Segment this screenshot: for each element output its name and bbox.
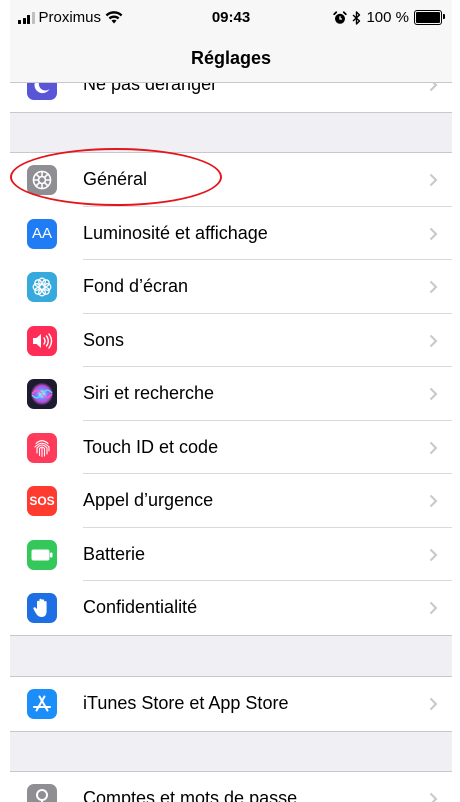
speaker-icon: [27, 325, 57, 356]
row-do-not-disturb[interactable]: Ne pas déranger: [10, 83, 452, 112]
battery-percent: 100 %: [366, 9, 409, 26]
row-label: Siri et recherche: [83, 383, 215, 403]
row-label: Batterie: [83, 543, 146, 564]
battery-icon: [27, 539, 57, 570]
chevron-right-icon: [429, 494, 438, 508]
phone-frame: Proximus 09:43 100 % Réglages Ne pas dér…: [0, 0, 460, 802]
chevron-right-icon: [429, 387, 438, 401]
row-privacy[interactable]: Confidentialité: [10, 581, 452, 635]
row-siri[interactable]: Siri et recherche: [10, 367, 452, 421]
row-label: Luminosité et affichage: [83, 222, 268, 243]
settings-group: Comptes et mots de passe: [10, 771, 452, 802]
chevron-right-icon: [429, 280, 438, 294]
chevron-right-icon: [429, 601, 438, 615]
row-wallpaper[interactable]: Fond d’écran: [10, 260, 452, 314]
key-icon: [27, 784, 57, 802]
display-icon: AA: [27, 218, 57, 249]
chevron-right-icon: [429, 173, 438, 187]
siri-icon: [27, 379, 57, 409]
row-display-brightness[interactable]: AA Luminosité et affichage: [10, 207, 452, 260]
status-bar: Proximus 09:43 100 %: [10, 0, 452, 36]
chevron-right-icon: [429, 441, 438, 454]
settings-group: Ne pas déranger: [10, 83, 452, 113]
settings-screen: Proximus 09:43 100 % Réglages Ne pas dér…: [10, 0, 452, 802]
app-store-icon: [27, 689, 57, 719]
page-title: Réglages: [190, 48, 272, 68]
chevron-right-icon: [429, 83, 438, 92]
row-label: Confidentialité: [83, 597, 198, 617]
row-label: Appel d’urgence: [83, 490, 214, 510]
row-emergency-sos[interactable]: SOS Appel d’urgence: [10, 474, 452, 528]
status-right: 100 %: [333, 9, 445, 26]
row-label: Ne pas déranger: [83, 83, 218, 94]
sos-icon: SOS: [27, 486, 57, 516]
alarm-icon: [333, 10, 348, 24]
row-itunes-app-store[interactable]: iTunes Store et App Store: [10, 677, 452, 731]
fingerprint-icon: [27, 432, 57, 463]
row-label: Comptes et mots de passe: [83, 788, 298, 802]
row-touch-id[interactable]: Touch ID et code: [10, 421, 452, 474]
chevron-right-icon: [429, 697, 438, 711]
chevron-right-icon: [429, 792, 438, 802]
battery-icon: [414, 10, 445, 25]
row-label: Sons: [83, 329, 125, 350]
navigation-bar: Réglages: [10, 36, 452, 83]
row-label: iTunes Store et App Store: [83, 693, 289, 713]
chevron-right-icon: [429, 227, 438, 240]
settings-list[interactable]: Ne pas déranger Général AA Luminosité et…: [10, 83, 452, 802]
row-label: Fond d’écran: [83, 276, 189, 296]
row-battery[interactable]: Batterie: [10, 528, 452, 581]
moon-icon: [27, 83, 57, 100]
row-accounts-passwords[interactable]: Comptes et mots de passe: [10, 772, 452, 802]
row-label: Touch ID et code: [83, 436, 219, 457]
settings-group: Général AA Luminosité et affichage Fond …: [10, 152, 452, 636]
highlight-ellipse: [10, 148, 222, 206]
bluetooth-icon: [352, 10, 361, 25]
chevron-right-icon: [429, 334, 438, 347]
chevron-right-icon: [429, 548, 438, 561]
row-sounds[interactable]: Sons: [10, 314, 452, 367]
settings-group: iTunes Store et App Store: [10, 676, 452, 732]
wallpaper-icon: [27, 272, 57, 302]
hand-icon: [27, 593, 57, 623]
